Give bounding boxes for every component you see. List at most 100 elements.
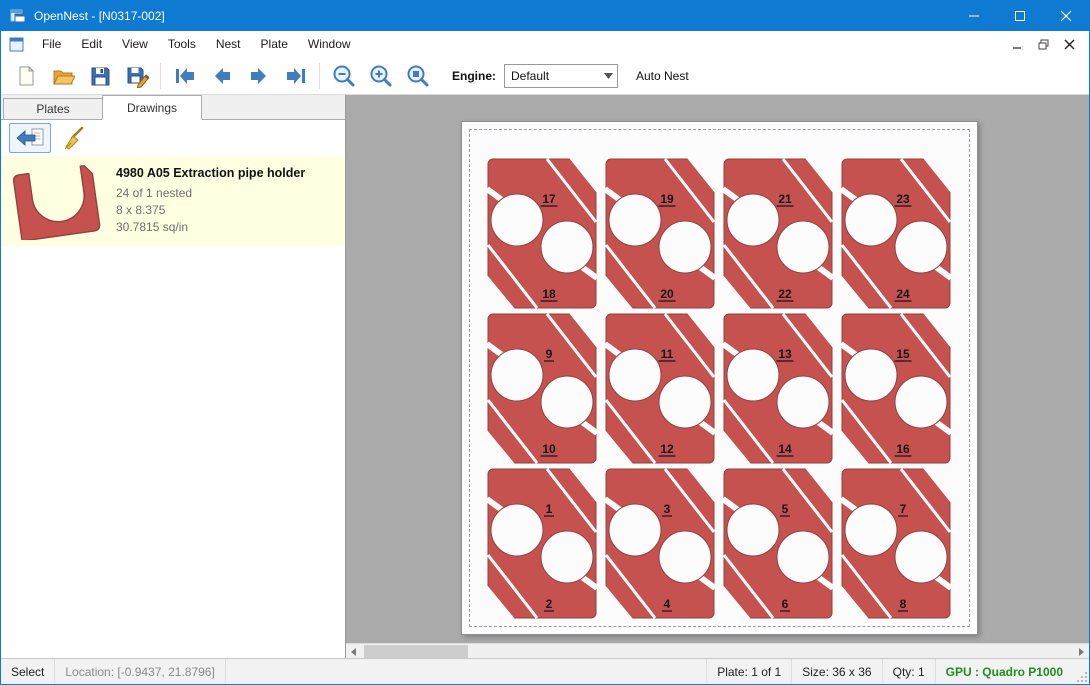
part-title: 4980 A05 Extraction pipe holder — [116, 166, 305, 180]
status-bar: Select Location: [-0.9437, 21.8796] Plat… — [1, 658, 1089, 684]
nest-tile[interactable]: 1516 — [837, 311, 955, 466]
mdi-close-button[interactable] — [1057, 34, 1081, 54]
part-number-bottom: 14 — [778, 442, 792, 456]
part-number-bottom: 20 — [660, 287, 674, 301]
broom-icon — [59, 126, 85, 150]
minimize-button[interactable] — [951, 1, 997, 31]
part-number-bottom: 10 — [542, 442, 556, 456]
scroll-right-arrow[interactable] — [1073, 644, 1089, 659]
part-number-top: 15 — [896, 347, 910, 361]
nest-tile[interactable]: 56 — [719, 466, 837, 621]
nest-tile[interactable]: 78 — [837, 466, 955, 621]
document-icon — [9, 37, 24, 52]
clear-button[interactable] — [59, 124, 85, 152]
nest-tile[interactable]: 34 — [601, 466, 719, 621]
nest-tile[interactable]: 12 — [483, 466, 601, 621]
window-title: OpenNest - [N0317-002] — [34, 9, 951, 23]
next-arrow-icon — [246, 63, 272, 89]
nest-tile[interactable]: 13 14 — [719, 311, 837, 466]
part-info: 4980 A05 Extraction pipe holder 24 of 1 … — [116, 162, 305, 236]
save-button[interactable] — [81, 60, 118, 92]
resize-grip[interactable] — [1073, 659, 1089, 684]
new-file-icon — [14, 64, 38, 88]
menu-edit[interactable]: Edit — [71, 33, 112, 55]
part-number-bottom: 18 — [542, 287, 556, 301]
nest-tile[interactable]: 1920 — [601, 156, 719, 311]
app-icon — [10, 8, 26, 24]
scrollbar-thumb[interactable] — [364, 645, 468, 658]
engine-value: Default — [505, 69, 599, 83]
last-arrow-icon — [283, 63, 309, 89]
part-number-top: 9 — [546, 347, 553, 361]
save-as-button[interactable] — [118, 60, 155, 92]
nest-tile[interactable]: 1718 — [483, 156, 601, 311]
first-arrow-icon — [172, 63, 198, 89]
status-qty: Qty: 1 — [882, 659, 935, 684]
nest-tile[interactable]: 21 22 — [719, 156, 837, 311]
open-button[interactable] — [44, 60, 81, 92]
menu-window[interactable]: Window — [298, 33, 361, 55]
part-number-bottom: 8 — [900, 597, 907, 611]
part-number-top: 7 — [900, 502, 907, 516]
menu-tools[interactable]: Tools — [158, 33, 206, 55]
part-area: 30.7815 sq/in — [116, 219, 305, 236]
menu-nest[interactable]: Nest — [206, 33, 251, 55]
zoom-out-icon — [331, 63, 357, 89]
part-thumbnail — [9, 162, 104, 240]
menu-file[interactable]: File — [32, 33, 71, 55]
nest-tile[interactable]: 1112 — [601, 311, 719, 466]
save-icon — [88, 64, 112, 88]
new-file-button[interactable] — [7, 60, 44, 92]
part-number-top: 19 — [660, 192, 674, 206]
mdi-minimize-button[interactable] — [1005, 34, 1029, 54]
close-button[interactable] — [1043, 1, 1089, 31]
menu-plate[interactable]: Plate — [251, 33, 298, 55]
horizontal-scrollbar[interactable] — [346, 643, 1089, 659]
part-number-bottom: 12 — [660, 442, 674, 456]
next-plate-button[interactable] — [240, 60, 277, 92]
status-size: Size: 36 x 36 — [791, 659, 881, 684]
zoom-out-button[interactable] — [325, 60, 362, 92]
nest-canvas[interactable]: 171819202122232491011121314151612345678 — [346, 95, 1089, 659]
title-bar: OpenNest - [N0317-002] — [1, 1, 1089, 31]
part-number-top: 23 — [896, 192, 910, 206]
auto-nest-label[interactable]: Auto Nest — [636, 69, 689, 83]
nest-tile[interactable]: 23 24 — [837, 156, 955, 311]
part-number-top: 21 — [778, 192, 792, 206]
part-nested-count: 24 of 1 nested — [116, 185, 305, 202]
previous-plate-button[interactable] — [203, 60, 240, 92]
mdi-restore-button[interactable] — [1031, 34, 1055, 54]
part-number-bottom: 24 — [896, 287, 910, 301]
maximize-button[interactable] — [997, 1, 1043, 31]
prev-arrow-icon — [209, 63, 235, 89]
chevron-down-icon[interactable] — [599, 73, 617, 79]
tab-drawings[interactable]: Drawings — [102, 95, 202, 120]
part-size: 8 x 8.375 — [116, 202, 305, 219]
zoom-in-button[interactable] — [362, 60, 399, 92]
menu-view[interactable]: View — [112, 33, 158, 55]
drawing-list-item[interactable]: 4980 A05 Extraction pipe holder 24 of 1 … — [1, 156, 345, 246]
engine-label: Engine: — [452, 69, 496, 83]
menu-bar: FileEditViewToolsNestPlateWindow — [1, 31, 1089, 58]
part-number-bottom: 22 — [778, 287, 792, 301]
nest-tile[interactable]: 9 10 — [483, 311, 601, 466]
blue-arrow-icon — [15, 127, 45, 149]
part-number-bottom: 16 — [896, 442, 910, 456]
tab-plates[interactable]: Plates — [3, 98, 103, 120]
part-number-bottom: 6 — [782, 597, 789, 611]
part-number-top: 1 — [546, 502, 553, 516]
scrollbar-track[interactable] — [362, 644, 1073, 659]
tab-strip: Plates Drawings — [1, 95, 345, 120]
first-plate-button[interactable] — [166, 60, 203, 92]
scroll-left-arrow[interactable] — [346, 644, 362, 659]
zoom-fit-button[interactable] — [399, 60, 436, 92]
plate[interactable]: 171819202122232491011121314151612345678 — [461, 121, 978, 635]
status-gpu: GPU : Quadro P1000 — [935, 659, 1073, 684]
app-window: OpenNest - [N0317-002] FileEditViewTools… — [0, 0, 1090, 685]
status-plate: Plate: 1 of 1 — [706, 659, 791, 684]
engine-select[interactable]: Default — [504, 64, 618, 88]
part-number-top: 13 — [778, 347, 792, 361]
last-plate-button[interactable] — [277, 60, 314, 92]
part-number-bottom: 2 — [546, 597, 553, 611]
send-to-nest-button[interactable] — [9, 123, 51, 153]
